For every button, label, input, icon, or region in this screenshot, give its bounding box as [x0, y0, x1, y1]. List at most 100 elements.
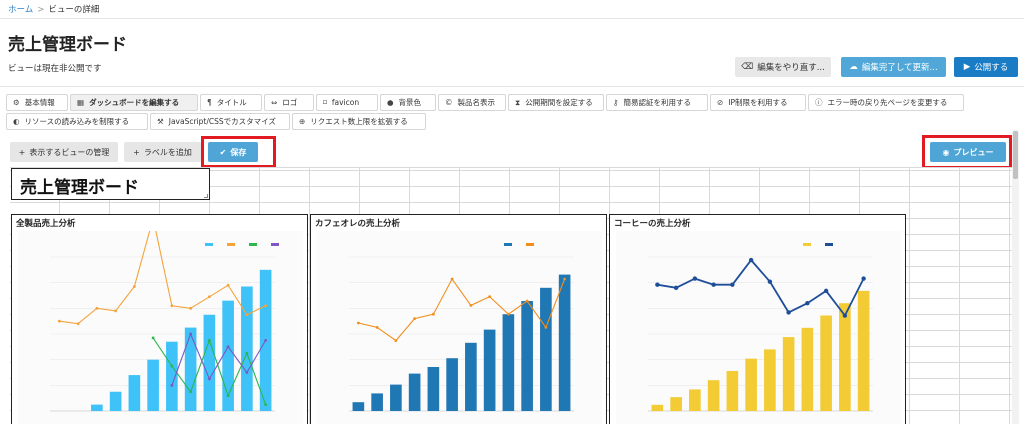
- grid-icon: ▦: [77, 98, 85, 107]
- line-point: [207, 295, 211, 299]
- line-point: [544, 326, 548, 329]
- line-point: [245, 351, 249, 355]
- manage-views-button[interactable]: + 表示するビューの管理: [10, 142, 118, 162]
- tab-label: 背景色: [398, 98, 422, 107]
- panel-title: カフェオレの売上分析: [315, 219, 401, 229]
- line-point: [189, 332, 193, 336]
- bar: [782, 337, 795, 411]
- combo-chart: [50, 231, 279, 412]
- tab-basic-info[interactable]: ⚙ 基本情報: [6, 94, 68, 111]
- chart-panel-cafe-au-lait[interactable]: カフェオレの売上分析: [310, 214, 607, 424]
- tab-simple-auth[interactable]: ⚷ 簡易認証を利用する: [606, 94, 708, 111]
- tab-product-name[interactable]: © 製品名表示: [438, 94, 506, 111]
- finish-and-update-button[interactable]: ☁ 編集完了して更新...: [841, 57, 946, 77]
- bookmark-icon: ⌑: [323, 98, 327, 107]
- tab-background-color[interactable]: ● 背景色: [380, 94, 436, 111]
- legend-swatch: [249, 243, 257, 246]
- chart-area: [18, 231, 303, 424]
- line-point: [226, 394, 230, 397]
- line-point: [431, 312, 435, 316]
- tab-label: favicon: [331, 98, 360, 107]
- line-point: [394, 339, 398, 342]
- tab-title[interactable]: ¶ タイトル: [200, 94, 262, 111]
- legend-swatch: [227, 243, 235, 246]
- line-point: [189, 306, 193, 310]
- tab-js-css-customize[interactable]: ⚒ JavaScript/CSSでカスタマイズ: [150, 113, 290, 130]
- section-divider: [0, 86, 1024, 87]
- shield-icon: ◐: [13, 117, 20, 126]
- bar: [371, 393, 383, 411]
- preview-highlight-box: [922, 135, 1012, 169]
- line-point: [450, 277, 454, 281]
- page-title: 売上管理ボード: [8, 35, 127, 55]
- bar: [521, 301, 533, 411]
- line-point: [413, 317, 417, 320]
- scrollbar-thumb[interactable]: [1013, 131, 1018, 179]
- bar: [857, 290, 870, 411]
- line-point: [264, 304, 268, 308]
- line-point: [264, 339, 268, 342]
- add-label-button[interactable]: + ラベルを追加: [124, 142, 201, 162]
- line-point: [805, 301, 810, 306]
- line-point: [57, 319, 61, 323]
- bar: [427, 367, 440, 411]
- eraser-icon: ⌫: [741, 62, 754, 72]
- line-point: [842, 313, 848, 318]
- tab-edit-dashboard[interactable]: ▦ ダッシュボードを編集する: [70, 94, 198, 111]
- info-icon: ⓘ: [815, 98, 823, 107]
- tab-favicon[interactable]: ⌑ favicon: [316, 94, 378, 111]
- bar: [558, 274, 571, 411]
- legend-swatch: [205, 243, 213, 246]
- line-point: [114, 309, 118, 313]
- header-divider: [0, 18, 1024, 19]
- line-point: [170, 364, 174, 368]
- redo-edit-label: 編集をやり直す...: [757, 63, 825, 73]
- board-title-label[interactable]: 売上管理ボード: [11, 168, 210, 200]
- ban-icon: ⊘: [717, 98, 724, 107]
- combo-chart: [648, 243, 873, 412]
- line-point: [151, 336, 155, 340]
- visibility-status: ビューは現在非公開です: [8, 64, 102, 74]
- legend-swatch: [825, 243, 833, 246]
- line-point: [655, 282, 660, 287]
- tab-resource-restriction[interactable]: ◐ リソースの読み込みを制限する: [6, 113, 148, 130]
- line-point: [525, 299, 529, 303]
- bar: [166, 341, 178, 411]
- tab-publish-period[interactable]: ⧗ 公開期間を設定する: [508, 94, 604, 111]
- line-point: [673, 285, 679, 290]
- legend-swatch: [504, 243, 512, 246]
- line-point: [356, 321, 360, 325]
- tab-error-return-page[interactable]: ⓘ エラー時の戻り先ページを変更する: [808, 94, 964, 111]
- redo-edit-button[interactable]: ⌫ 編集をやり直す...: [735, 57, 831, 77]
- gear-icon: ⚙: [13, 98, 20, 107]
- bar: [483, 329, 496, 411]
- plus-icon: +: [133, 147, 140, 157]
- chart-panel-all-products[interactable]: 全製品売上分析: [11, 214, 308, 424]
- line-point: [207, 377, 211, 381]
- tab-label: エラー時の戻り先ページを変更する: [827, 98, 948, 107]
- series-line: [657, 258, 865, 318]
- plus-icon: +: [18, 147, 26, 157]
- resize-handle-icon[interactable]: [204, 194, 208, 198]
- tab-ip-restriction[interactable]: ⊘ IP制限を利用する: [710, 94, 806, 111]
- panel-title: 全製品売上分析: [16, 219, 76, 229]
- board-title-text: 売上管理ボード: [20, 178, 139, 198]
- line-point: [823, 288, 829, 294]
- line-point: [692, 276, 698, 281]
- bar: [390, 384, 402, 411]
- manage-views-label: 表示するビューの管理: [29, 147, 110, 157]
- breadcrumb-home-link[interactable]: ホーム: [8, 5, 33, 15]
- tab-label: JavaScript/CSSでカスタマイズ: [168, 117, 276, 126]
- line-point: [95, 306, 99, 310]
- line-point: [748, 257, 754, 263]
- tab-request-limit[interactable]: ⊕ リクエスト数上限を拡張する: [292, 113, 426, 130]
- tab-label: リクエスト数上限を拡張する: [310, 117, 408, 126]
- publish-button[interactable]: ▶ 公開する: [954, 57, 1018, 77]
- tab-logo[interactable]: ⇔ ロゴ: [264, 94, 314, 111]
- bar: [128, 375, 141, 411]
- bar: [726, 370, 739, 411]
- line-point: [264, 403, 268, 406]
- chart-panel-coffee[interactable]: コーヒーの売上分析: [609, 214, 906, 424]
- finish-and-update-label: 編集完了して更新...: [861, 63, 938, 73]
- line-point: [861, 276, 866, 281]
